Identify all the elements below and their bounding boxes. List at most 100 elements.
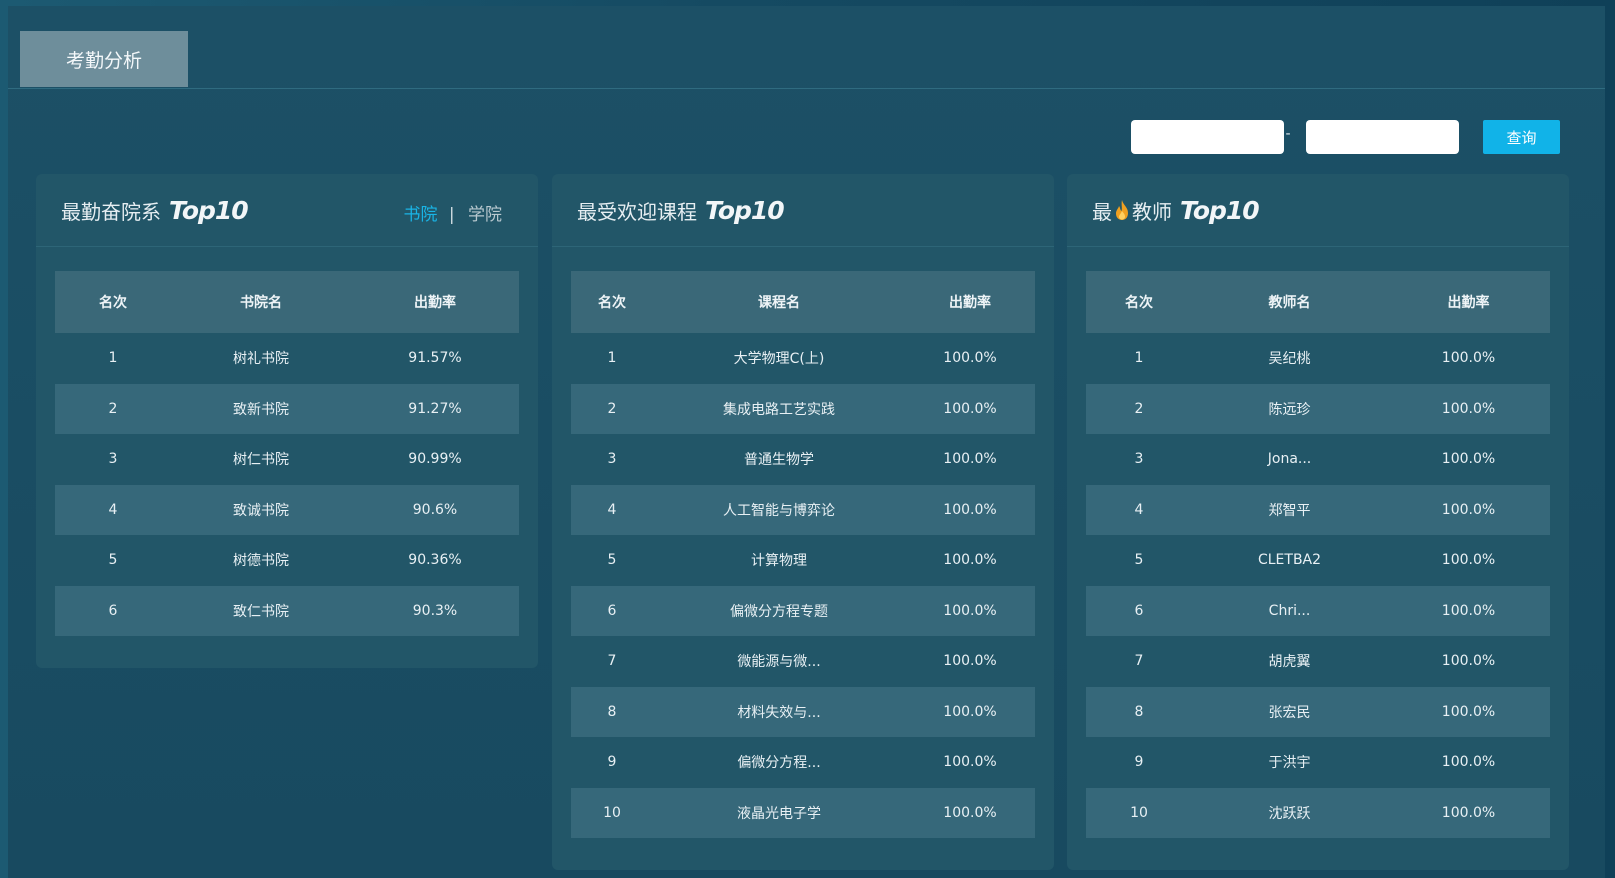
table-row: 3 普通生物学 100.0%: [571, 434, 1035, 485]
rank-cell: 10: [603, 804, 621, 821]
top10-badge: Top10: [705, 195, 785, 225]
rank-cell: 3: [1134, 451, 1144, 468]
name-cell: 偏微分方程专题: [730, 603, 828, 620]
rate-cell: 100.0%: [1441, 754, 1496, 771]
name-cell: 集成电路工艺实践: [723, 401, 835, 418]
table-row: 4 郑智平 100.0%: [1086, 484, 1550, 535]
rank-cell: 10: [1130, 804, 1148, 821]
query-button[interactable]: 查询: [1483, 120, 1560, 154]
end-date-input[interactable]: [1306, 120, 1459, 154]
top10-badge: Top10: [1180, 195, 1260, 225]
table-row: 2 致新书院 91.27%: [55, 383, 519, 434]
rate-cell: 100.0%: [943, 350, 997, 367]
rank-cell: 4: [607, 501, 617, 518]
teacher-table: 名次 教师名 出勤率 1 吴纪桃 100.0% 2 陈远珍 100.0% 3 Jona... 1…: [1086, 271, 1550, 838]
rank-cell: 1: [108, 350, 118, 367]
column-header-rate: 出勤率: [414, 295, 456, 311]
name-cell: 材料失效与...: [737, 704, 821, 721]
table-row: 8 材料失效与... 100.0%: [571, 686, 1035, 737]
table-row: 3 树仁书院 90.99%: [55, 434, 519, 485]
table-row: 10 液晶光电子学 100.0%: [571, 787, 1035, 838]
table-row: 5 树德书院 90.36%: [55, 535, 519, 586]
rank-cell: 4: [108, 501, 118, 518]
flame-icon: [1116, 200, 1128, 220]
rate-cell: 100.0%: [1441, 400, 1496, 417]
column-header-name: 教师名: [1268, 295, 1311, 311]
column-header-rank: 名次: [99, 295, 127, 311]
name-cell: 树仁书院: [233, 452, 289, 469]
college-table: 名次 书院名 出勤率 1 树礼书院 91.57% 2 致新书院 91.27% 3 树仁书院 90…: [55, 271, 519, 636]
table-row: 6 致仁书院 90.3%: [55, 585, 519, 636]
name-cell: 致新书院: [233, 401, 289, 418]
table-row: 1 树礼书院 91.57%: [55, 333, 519, 384]
rank-cell: 5: [108, 552, 118, 569]
tab-attendance-analysis[interactable]: 考勤分析: [20, 31, 188, 87]
switch-option-shuyuan[interactable]: 书院: [403, 205, 437, 225]
table-header-row: 名次 书院名 出勤率: [55, 271, 519, 333]
table-row: 4 人工智能与博弈论 100.0%: [571, 484, 1035, 535]
table-row: 1 大学物理C(上) 100.0%: [571, 333, 1035, 384]
switch-divider: |: [448, 205, 455, 225]
name-cell: Chri...: [1268, 602, 1311, 619]
column-header-name: 书院名: [240, 295, 282, 311]
college-type-switch: 书院 | 学院: [403, 200, 502, 225]
name-cell: 郑智平: [1268, 502, 1311, 519]
name-cell: 微能源与微...: [737, 654, 821, 671]
name-cell: 致诚书院: [233, 502, 289, 519]
table-row: 9 于洪宇 100.0%: [1086, 737, 1550, 788]
rank-cell: 5: [607, 552, 617, 569]
rate-cell: 90.3%: [412, 602, 458, 619]
panel-teacher-top10: 最 教师 Top10 名次 教师名 出勤率 1 吴纪桃 100.0% 2 陈远珍 100.…: [1067, 174, 1569, 870]
switch-option-xueyuan[interactable]: 学院: [468, 205, 502, 225]
rate-cell: 90.6%: [412, 501, 458, 518]
table-row: 5 CLETBA2 100.0%: [1086, 535, 1550, 586]
name-cell: 张宏民: [1268, 704, 1311, 721]
column-header-rank: 名次: [1125, 295, 1153, 311]
rank-cell: 6: [1134, 602, 1144, 619]
table-row: 6 偏微分方程专题 100.0%: [571, 585, 1035, 636]
name-cell: 陈远珍: [1268, 401, 1311, 418]
name-cell: Jona...: [1267, 451, 1312, 468]
name-cell: 大学物理C(上): [733, 351, 825, 368]
date-range-separator: -: [1285, 126, 1291, 142]
name-cell: 计算物理: [751, 553, 807, 570]
panel-header: 最 教师 Top10: [1067, 174, 1569, 247]
rank-cell: 8: [1134, 703, 1144, 720]
table-row: 3 Jona... 100.0%: [1086, 434, 1550, 485]
start-date-input[interactable]: [1131, 120, 1284, 154]
name-cell: 液晶光电子学: [737, 805, 821, 822]
table-row: 6 Chri... 100.0%: [1086, 585, 1550, 636]
rate-cell: 100.0%: [943, 804, 997, 821]
rank-cell: 3: [108, 451, 118, 468]
rate-cell: 100.0%: [1441, 501, 1496, 518]
table-row: 5 计算物理 100.0%: [571, 535, 1035, 586]
table-row: 2 集成电路工艺实践 100.0%: [571, 383, 1035, 434]
rank-cell: 6: [607, 602, 617, 619]
name-cell: 于洪宇: [1268, 755, 1311, 772]
rate-cell: 100.0%: [943, 501, 997, 518]
rate-cell: 100.0%: [943, 451, 997, 468]
table-row: 10 沈跃跃 100.0%: [1086, 787, 1550, 838]
column-header-rank: 名次: [598, 295, 626, 311]
panel-title-suffix: 教师: [1132, 199, 1172, 224]
rate-cell: 100.0%: [943, 552, 997, 569]
panel-title: 最受欢迎课程: [577, 199, 697, 224]
rate-cell: 91.57%: [408, 350, 462, 367]
rank-cell: 2: [607, 400, 617, 417]
panel-title-prefix: 最: [1092, 199, 1112, 224]
table-row: 1 吴纪桃 100.0%: [1086, 333, 1550, 384]
table-row: 9 偏微分方程... 100.0%: [571, 737, 1035, 788]
panel-title: 最勤奋院系: [61, 199, 161, 224]
rank-cell: 8: [607, 703, 617, 720]
column-header-rate: 出勤率: [949, 295, 991, 311]
panel-header: 最勤奋院系 Top10 书院 | 学院: [36, 174, 538, 247]
rate-cell: 100.0%: [1441, 653, 1496, 670]
name-cell: 树礼书院: [233, 351, 289, 368]
table-row: 7 微能源与微... 100.0%: [571, 636, 1035, 687]
name-cell: 胡虎翼: [1268, 654, 1311, 671]
rank-cell: 7: [1134, 653, 1144, 670]
course-table: 名次 课程名 出勤率 1 大学物理C(上) 100.0% 2 集成电路工艺实践 100.0…: [571, 271, 1035, 838]
column-header-rate: 出勤率: [1447, 295, 1490, 311]
name-cell: 致仁书院: [233, 603, 289, 620]
rate-cell: 100.0%: [943, 602, 997, 619]
